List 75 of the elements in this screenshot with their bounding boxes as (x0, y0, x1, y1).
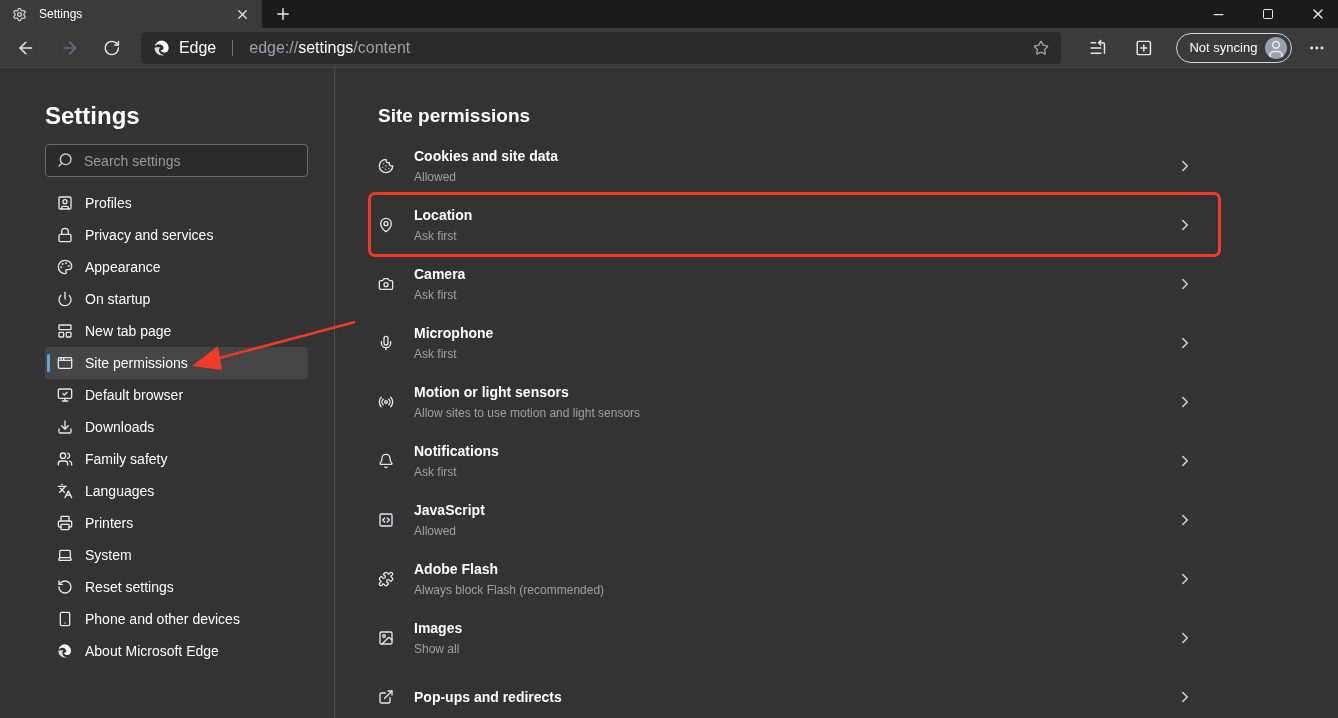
nav-item[interactable]: Privacy and services (45, 219, 308, 251)
nav-item[interactable]: Family safety (45, 443, 308, 475)
power-icon (57, 291, 73, 307)
permission-status: Ask first (414, 464, 458, 479)
refresh-icon[interactable] (103, 38, 121, 57)
map-pin-icon (378, 216, 394, 233)
permission-row[interactable]: Camera Ask first (371, 254, 1218, 313)
permission-row[interactable]: Motion or light sensors Allow sites to use motion and light sensors (371, 372, 1218, 431)
nav-item[interactable]: Phone and other devices (45, 603, 308, 635)
reset-icon (57, 579, 73, 595)
image-icon (378, 629, 394, 646)
permission-status: Allowed (414, 523, 458, 538)
languages-icon (57, 483, 73, 499)
settings-icon (12, 6, 27, 22)
bell-icon (378, 452, 394, 469)
permission-row[interactable]: JavaScript Allowed (371, 490, 1218, 549)
maximize-icon[interactable] (1262, 8, 1274, 20)
new-tab-icon[interactable] (274, 5, 292, 23)
layout-icon (57, 323, 73, 339)
nav-item[interactable]: Default browser (45, 379, 308, 411)
monitor-check-icon (57, 387, 73, 403)
permission-status: Show all (414, 641, 461, 656)
sidebar-title: Settings (45, 102, 141, 130)
external-link-icon (378, 688, 394, 705)
section-heading: Site permissions (378, 104, 532, 128)
nav-item[interactable]: Appearance (45, 251, 308, 283)
favorites-list-icon[interactable] (1089, 38, 1107, 57)
profile-card-icon (57, 195, 73, 211)
permission-status: Always block Flash (recommended) (414, 582, 606, 597)
site-label: Edge (178, 37, 217, 58)
nav-item[interactable]: Profiles (45, 187, 308, 219)
permission-row[interactable]: Pop-ups and redirects (371, 667, 1218, 718)
permission-status: Ask first (414, 228, 458, 243)
puzzle-icon (378, 570, 394, 587)
cookie-icon (378, 157, 394, 174)
palette-icon (57, 259, 73, 275)
favorite-star-icon[interactable] (1033, 39, 1050, 56)
permission-row[interactable]: Microphone Ask first (371, 313, 1218, 372)
permission-row[interactable]: Location Ask first (371, 195, 1218, 254)
people-icon (57, 451, 73, 467)
lock-icon (57, 227, 73, 243)
address-bar[interactable]: Edge edge://settings/content (140, 31, 1062, 64)
nav-item[interactable]: About Microsoft Edge (45, 635, 308, 667)
camera-icon (378, 275, 394, 292)
search-icon (57, 152, 73, 168)
microphone-icon (378, 334, 394, 351)
nav-item[interactable]: Reset settings (45, 571, 308, 603)
nav-item[interactable]: On startup (45, 283, 308, 315)
edge-logo-icon (57, 643, 73, 659)
laptop-icon (57, 547, 73, 563)
nav-item[interactable]: New tab page (45, 315, 308, 347)
phone-icon (57, 611, 73, 627)
nav-item[interactable]: Languages (45, 475, 308, 507)
url-text: edge://settings/content (249, 37, 412, 58)
permission-status: Ask first (414, 287, 458, 302)
download-icon (57, 419, 73, 435)
permission-status: Ask first (414, 346, 458, 361)
permission-row[interactable]: Images Show all (371, 608, 1218, 667)
permission-status: Allow sites to use motion and light sensors (414, 405, 642, 420)
nav-item[interactable]: Site permissions (45, 347, 308, 379)
permission-row[interactable]: Notifications Ask first (371, 431, 1218, 490)
browser-logo-icon (152, 38, 171, 57)
nav-item[interactable]: Printers (45, 507, 308, 539)
nav-item[interactable]: Downloads (45, 411, 308, 443)
nav-item[interactable]: System (45, 539, 308, 571)
tab-title: Settings (39, 6, 84, 23)
search-field[interactable]: Search settings (45, 144, 308, 177)
printer-icon (57, 515, 73, 531)
code-square-icon (378, 511, 394, 528)
permission-row[interactable]: Adobe Flash Always block Flash (recommended) (371, 549, 1218, 608)
browser-tab[interactable]: Settings (0, 0, 262, 28)
collections-icon[interactable] (1134, 38, 1153, 57)
permission-status: Allowed (414, 169, 458, 184)
permission-row[interactable]: Cookies and site data Allowed (371, 136, 1218, 195)
avatar-icon (1265, 36, 1288, 59)
